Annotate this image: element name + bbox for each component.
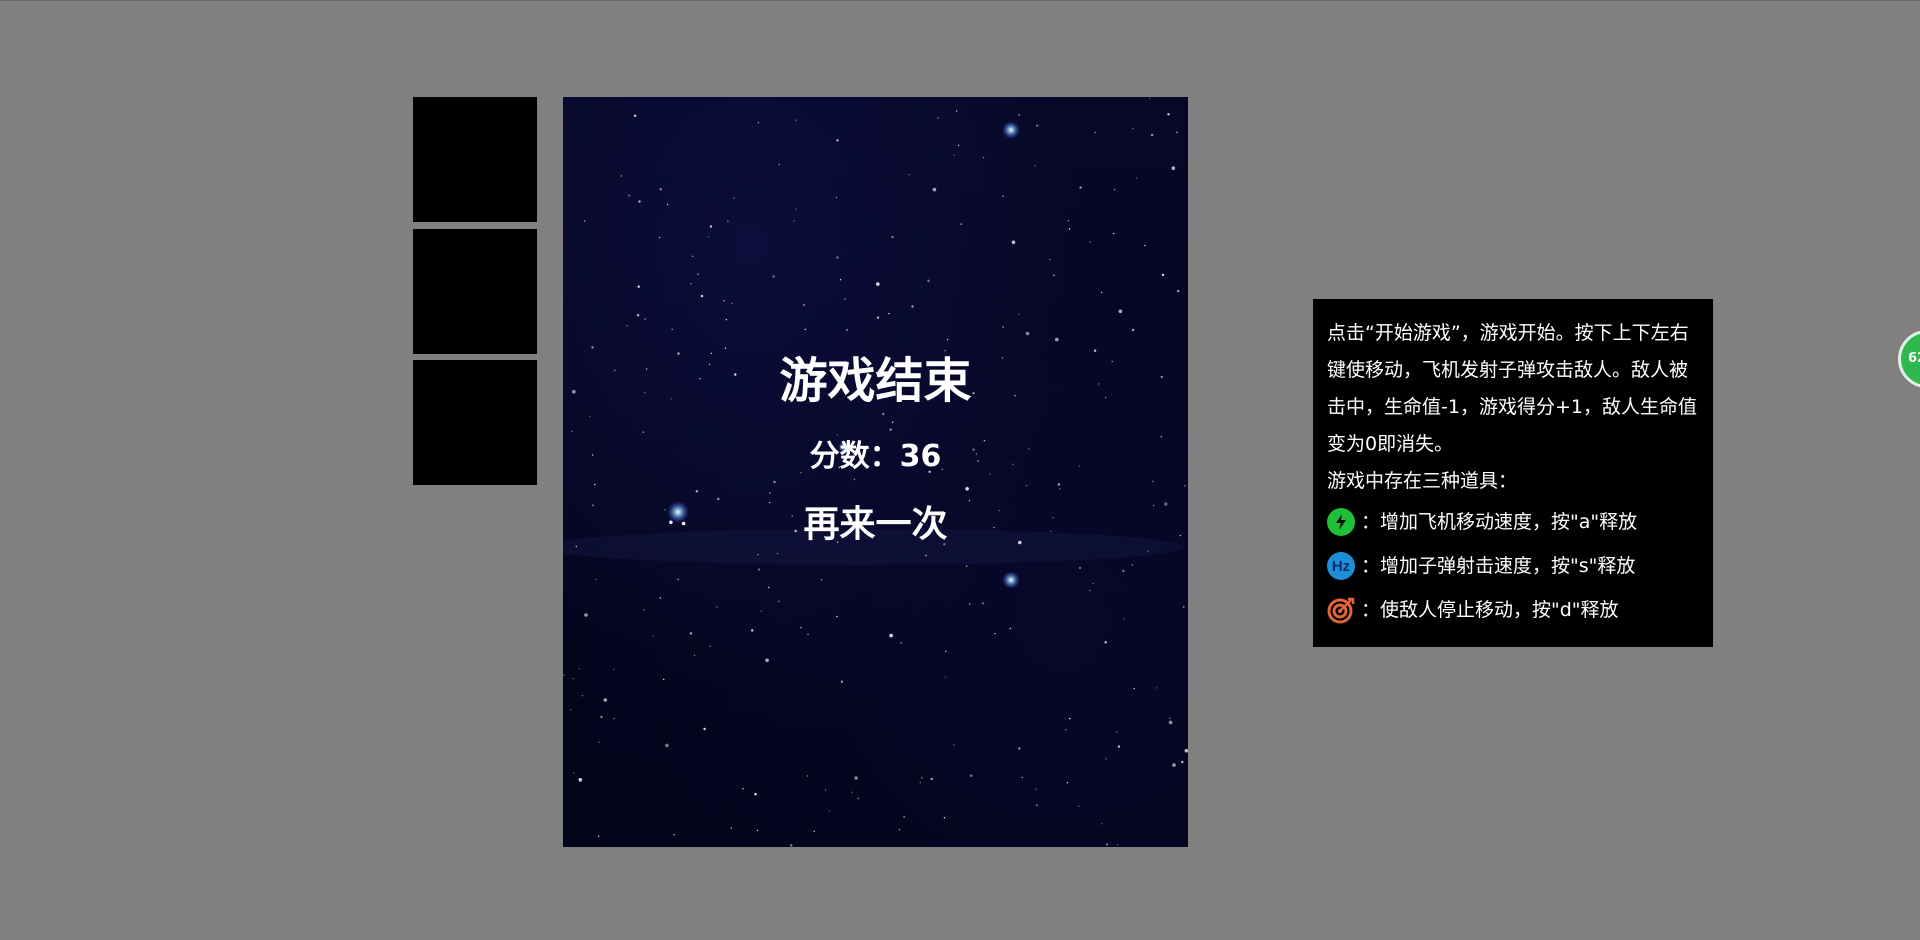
prop-slot-3	[413, 360, 537, 485]
final-score: 分数：36	[809, 439, 942, 474]
target-icon	[1327, 596, 1355, 624]
lightning-icon	[1327, 508, 1355, 536]
item-firerate-text: ：增加子弹射击速度，按"s"释放	[1361, 554, 1636, 577]
item-speed-row: ：增加飞机移动速度，按"a"释放	[1327, 500, 1700, 544]
item-freeze-text: ：使敌人停止移动，按"d"释放	[1361, 598, 1619, 621]
prop-slot-2	[413, 229, 537, 354]
game-over-title: 游戏结束	[779, 353, 972, 409]
game-over-panel: 游戏结束 分数：36 再来一次	[563, 97, 1188, 847]
items-heading: 游戏中存在三种道具：	[1327, 470, 1518, 492]
item-freeze-row: ：使敌人停止移动，按"d"释放	[1327, 588, 1700, 632]
floating-badge[interactable]: 62	[1898, 330, 1920, 388]
prop-slot-1	[413, 97, 537, 222]
game-canvas[interactable]: 游戏结束 分数：36 再来一次	[563, 97, 1188, 847]
item-firerate-row: Hz ：增加子弹射击速度，按"s"释放	[1327, 544, 1700, 588]
instructions-panel: 点击“开始游戏”，游戏开始。按下上下左右键使移动，飞机发射子弹攻击敌人。敌人被击…	[1313, 299, 1713, 647]
retry-button[interactable]: 再来一次	[563, 502, 1188, 548]
instructions-intro: 点击“开始游戏”，游戏开始。按下上下左右键使移动，飞机发射子弹攻击敌人。敌人被击…	[1327, 322, 1697, 455]
hz-icon: Hz	[1327, 552, 1355, 580]
item-speed-text: ：增加飞机移动速度，按"a"释放	[1361, 510, 1638, 533]
top-border	[0, 0, 1920, 1]
